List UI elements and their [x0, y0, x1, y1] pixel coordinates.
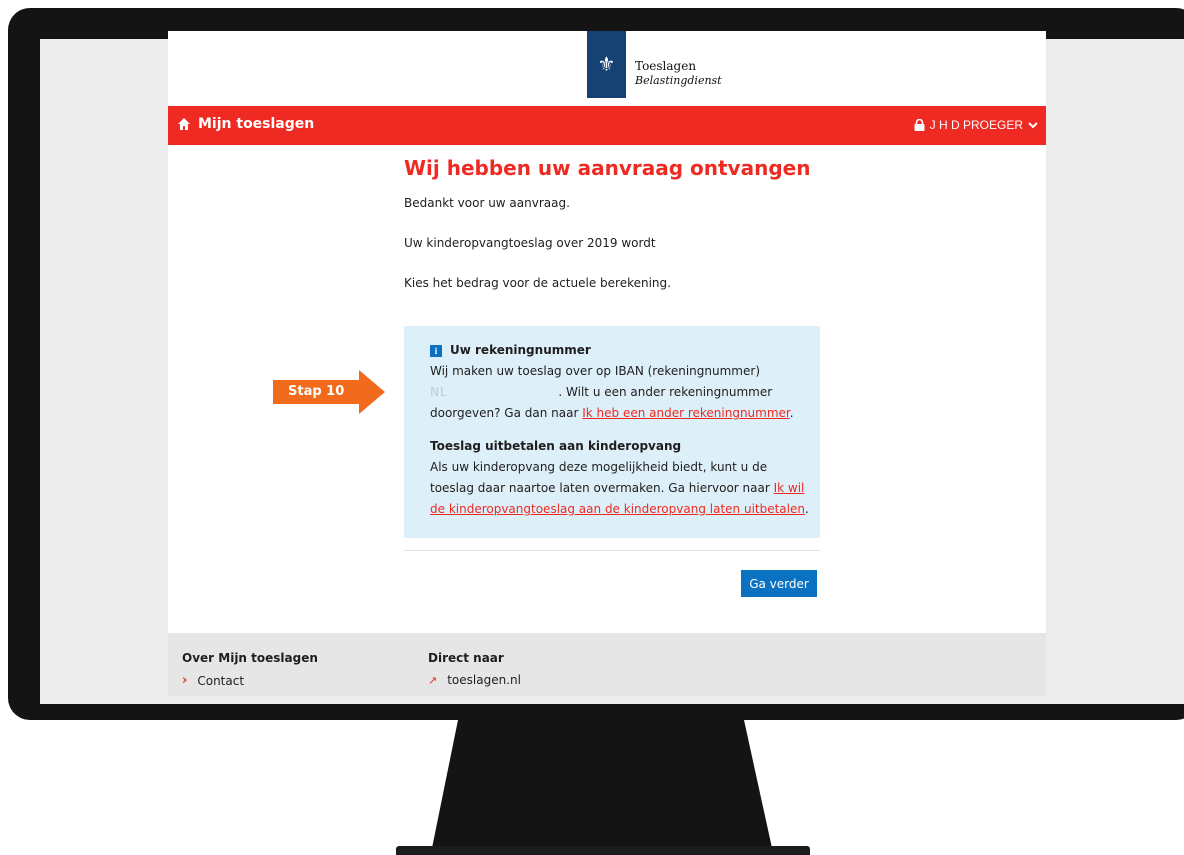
info-icon: i	[430, 344, 442, 357]
childcare-heading: Toeslag uitbetalen aan kinderopvang	[430, 439, 682, 453]
choose-amount-text: Kies het bedrag voor de actuele berekeni…	[404, 276, 671, 290]
info-panel: i Uw rekeningnummer Wij maken uw toeslag…	[404, 326, 820, 538]
thanks-text: Bedankt voor uw aanvraag.	[404, 196, 570, 210]
brand-subname: Belastingdienst	[635, 74, 722, 87]
info-heading-text: Uw rekeningnummer	[450, 343, 591, 357]
childcare-body: Als uw kinderopvang deze mogelijkheid bi…	[430, 460, 774, 495]
iban-masked: NL	[430, 385, 559, 399]
home-icon	[178, 118, 190, 130]
chevron-down-icon	[1028, 122, 1038, 129]
footer-about: Over Mijn toeslagen › Contact	[182, 651, 318, 688]
period: .	[789, 406, 794, 420]
user-name: J H D PROEGER	[929, 118, 1023, 132]
step-annotation-label: Stap 10	[273, 380, 365, 404]
web-page: ⚜ Toeslagen Belastingdienst Mijn toeslag…	[168, 31, 1046, 696]
info-line-1: Wij maken uw toeslag over op IBAN (reken…	[430, 364, 760, 378]
footer-direct: Direct naar ↗ toeslagen.nl	[428, 651, 521, 687]
footer-toeslagen-label: toeslagen.nl	[447, 673, 521, 687]
nav-home-link[interactable]: Mijn toeslagen	[178, 116, 314, 132]
childcare-text: Als uw kinderopvang deze mogelijkheid bi…	[430, 457, 810, 520]
main-navbar: Mijn toeslagen J H D PROEGER	[168, 106, 1046, 145]
footer-contact-label: Contact	[197, 673, 245, 688]
info-line-2: NL . Wilt u een ander rekeningnummer	[430, 382, 810, 403]
page-title: Wij hebben uw aanvraag ontvangen	[404, 156, 811, 180]
rijksoverheid-logo: ⚜	[587, 31, 626, 98]
info-line-2-text: . Wilt u een ander rekeningnummer	[558, 385, 773, 399]
main-content: Wij hebben uw aanvraag ontvangen Bedankt…	[404, 155, 820, 315]
nav-home-label: Mijn toeslagen	[198, 116, 315, 132]
footer-direct-title: Direct naar	[428, 651, 504, 665]
divider	[404, 550, 820, 551]
info-heading: i Uw rekeningnummer	[430, 340, 810, 361]
period: .	[804, 502, 809, 516]
continue-button[interactable]: Ga verder	[741, 570, 817, 597]
step-arrow-icon	[359, 370, 385, 414]
footer: Over Mijn toeslagen › Contact Direct naa…	[168, 633, 1046, 696]
footer-about-title: Over Mijn toeslagen	[182, 651, 318, 665]
lock-icon	[914, 119, 925, 131]
info-line-3: doorgeven? Ga dan naar Ik heb een ander …	[430, 403, 810, 424]
brand-name: Toeslagen	[635, 59, 697, 73]
footer-contact-link[interactable]: › Contact	[182, 673, 318, 688]
user-menu[interactable]: J H D PROEGER	[914, 118, 1038, 132]
coat-of-arms-icon: ⚜	[597, 52, 616, 76]
benefit-text: Uw kinderopvangtoeslag over 2019 wordt	[404, 236, 656, 250]
brand-header: ⚜ Toeslagen Belastingdienst	[168, 31, 1046, 106]
footer-toeslagen-link[interactable]: ↗ toeslagen.nl	[428, 673, 521, 687]
info-line-3-text: doorgeven? Ga dan naar	[430, 406, 583, 420]
external-link-icon: ↗	[428, 673, 438, 687]
chevron-right-icon: ›	[182, 673, 188, 688]
info-content: i Uw rekeningnummer Wij maken uw toeslag…	[430, 340, 810, 520]
other-account-link[interactable]: Ik heb een ander rekeningnummer	[582, 406, 790, 420]
